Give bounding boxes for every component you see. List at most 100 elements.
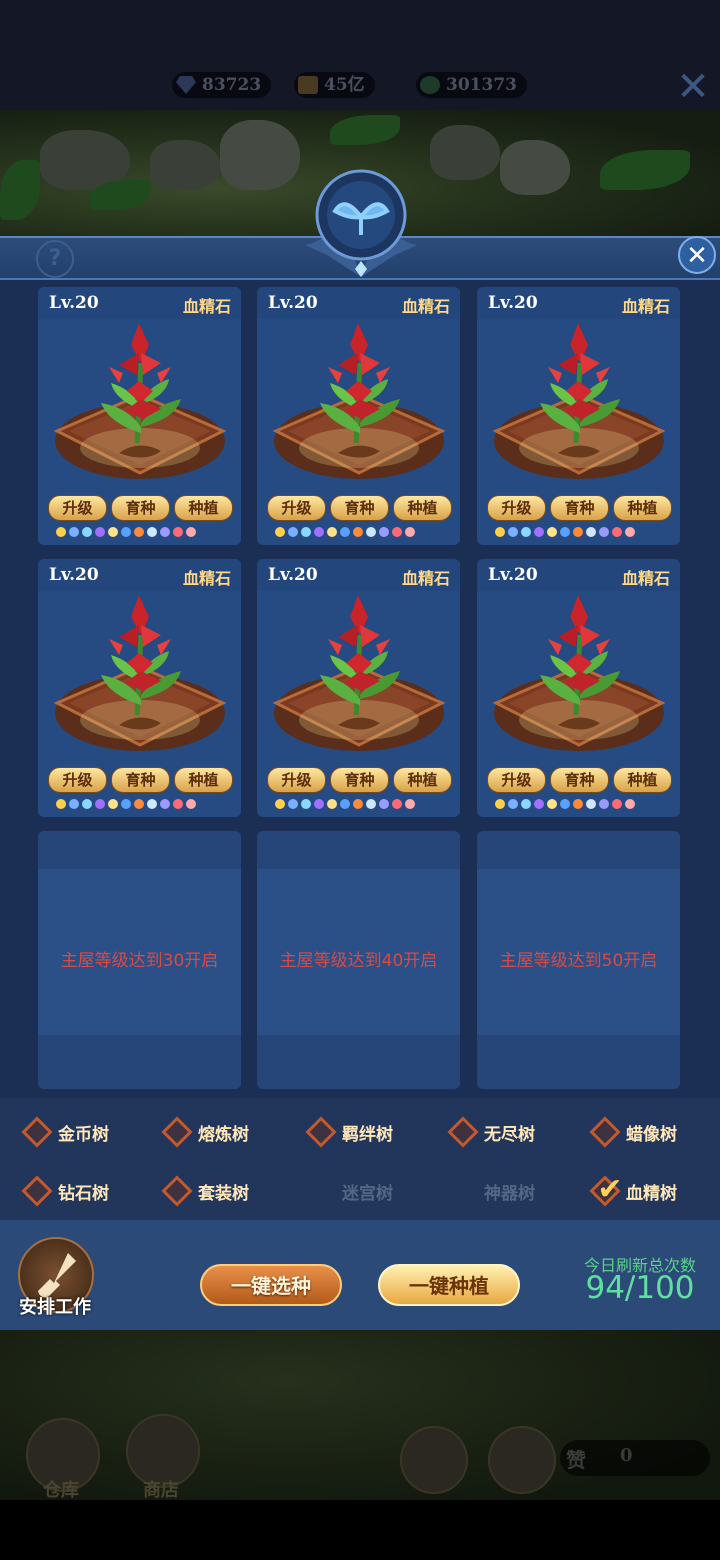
blood-crystal-plant-image xyxy=(488,323,670,483)
help-icon[interactable]: ? xyxy=(36,240,74,278)
breed-button[interactable]: 育种 xyxy=(330,495,389,521)
attribute-icon xyxy=(353,527,363,537)
plant-level: Lv.20 xyxy=(268,565,318,585)
attribute-icon xyxy=(108,799,118,809)
tree-option-label: 套装树 xyxy=(198,1183,249,1204)
attribute-icon xyxy=(160,799,170,809)
tree-option[interactable]: 钻石树 xyxy=(20,1173,109,1209)
plant-name: 血精石 xyxy=(401,297,450,316)
attribute-icon xyxy=(186,799,196,809)
checkbox-icon[interactable] xyxy=(161,1116,193,1148)
attribute-icon xyxy=(314,799,324,809)
close-icon[interactable]: ✕ xyxy=(676,67,710,107)
upgrade-button[interactable]: 升级 xyxy=(48,767,107,793)
attribute-icon xyxy=(69,799,79,809)
unlock-requirement: 主屋等级达到50开启 xyxy=(499,951,658,971)
like-label: 赞 xyxy=(566,1448,586,1472)
blood-crystal-plant-image xyxy=(488,595,670,755)
gem-amount: 83723 xyxy=(202,75,262,95)
like-counter[interactable]: 赞 0 xyxy=(560,1440,710,1476)
plant-card[interactable]: Lv.20 血精石 升级 育种 种植 xyxy=(257,287,460,545)
tree-option[interactable]: 套装树 xyxy=(160,1173,249,1209)
plant-level: Lv.20 xyxy=(268,293,318,313)
plant-button[interactable]: 种植 xyxy=(174,767,233,793)
upgrade-button[interactable]: 升级 xyxy=(48,495,107,521)
plant-button[interactable]: 种植 xyxy=(174,495,233,521)
gem-counter: 83723 xyxy=(172,72,272,98)
tree-option[interactable]: 金币树 xyxy=(20,1114,109,1150)
plant-button[interactable]: 种植 xyxy=(393,767,452,793)
plant-name: 血精石 xyxy=(401,569,450,588)
tree-option[interactable]: 蜡像树 xyxy=(588,1114,677,1150)
auto-plant-button[interactable]: 一键种植 xyxy=(378,1264,520,1306)
checkbox-icon[interactable] xyxy=(447,1116,479,1148)
attribute-icon xyxy=(173,527,183,537)
checkbox-icon[interactable] xyxy=(21,1175,53,1207)
checkbox-icon[interactable] xyxy=(161,1175,193,1207)
plant-card[interactable]: Lv.20 血精石 升级 育种 种植 xyxy=(477,559,680,817)
panel-close-icon[interactable]: ✕ xyxy=(678,236,716,274)
attribute-icon xyxy=(147,527,157,537)
upgrade-button[interactable]: 升级 xyxy=(487,767,546,793)
breed-button[interactable]: 育种 xyxy=(111,767,170,793)
attribute-icons xyxy=(495,797,665,811)
upgrade-button[interactable]: 升级 xyxy=(267,495,326,521)
arrange-work-label[interactable]: 安排工作 xyxy=(8,1293,102,1319)
tree-option[interactable]: 羁绊树 xyxy=(304,1114,393,1150)
breed-button[interactable]: 育种 xyxy=(330,767,389,793)
attribute-icon xyxy=(95,799,105,809)
plant-card[interactable]: Lv.20 血精石 升级 育种 种植 xyxy=(477,287,680,545)
breed-button[interactable]: 育种 xyxy=(111,495,170,521)
card-button-row: 升级 育种 种植 xyxy=(267,495,452,521)
checkmark-icon: ✔ xyxy=(597,1172,623,1208)
attribute-icon xyxy=(560,799,570,809)
plant-button[interactable]: 种植 xyxy=(613,495,672,521)
auto-select-seed-button[interactable]: 一键选种 xyxy=(200,1264,342,1306)
plant-button[interactable]: 种植 xyxy=(393,495,452,521)
plant-name: 血精石 xyxy=(621,297,670,316)
refresh-count-value: 94/100 xyxy=(585,1270,695,1306)
attribute-icon xyxy=(160,527,170,537)
attribute-icon xyxy=(547,799,557,809)
breed-button[interactable]: 育种 xyxy=(550,495,609,521)
upgrade-button[interactable]: 升级 xyxy=(267,767,326,793)
card-button-row: 升级 育种 种植 xyxy=(48,495,233,521)
expand-icon[interactable] xyxy=(400,1426,468,1494)
camera-icon[interactable] xyxy=(488,1426,556,1494)
shop-label[interactable]: 商店 xyxy=(116,1476,206,1502)
warehouse-label[interactable]: 仓库 xyxy=(16,1476,106,1502)
attribute-icon xyxy=(275,527,285,537)
attribute-icon xyxy=(121,799,131,809)
plant-card[interactable]: Lv.20 血精石 升级 育种 种植 xyxy=(257,559,460,817)
plant-button[interactable]: 种植 xyxy=(613,767,672,793)
attribute-icon xyxy=(508,527,518,537)
unlock-requirement: 主屋等级达到30开启 xyxy=(60,951,219,971)
tree-option[interactable]: ✔ 血精树 xyxy=(588,1172,677,1209)
tree-option-label: 羁绊树 xyxy=(342,1124,393,1145)
upgrade-button[interactable]: 升级 xyxy=(487,495,546,521)
attribute-icon xyxy=(534,527,544,537)
plant-card[interactable]: Lv.20 血精石 升级 育种 种植 xyxy=(38,287,241,545)
tree-option[interactable]: 无尽树 xyxy=(446,1114,535,1150)
breed-button[interactable]: 育种 xyxy=(550,767,609,793)
plant-card[interactable]: Lv.20 血精石 升级 育种 种植 xyxy=(38,559,241,817)
plant-level: Lv.20 xyxy=(49,293,99,313)
checkbox-icon[interactable] xyxy=(21,1116,53,1148)
green-counter: 301373 xyxy=(416,72,527,98)
checkbox-icon[interactable] xyxy=(305,1116,337,1148)
checkbox-icon[interactable] xyxy=(589,1116,621,1148)
attribute-icon xyxy=(147,799,157,809)
plant-level: Lv.20 xyxy=(488,565,538,585)
attribute-icon xyxy=(612,799,622,809)
attribute-icon xyxy=(379,799,389,809)
attribute-icon xyxy=(121,527,131,537)
attribute-icon xyxy=(366,799,376,809)
attribute-icon xyxy=(301,799,311,809)
tree-option[interactable]: 熔炼树 xyxy=(160,1114,249,1150)
tree-option-label: 无尽树 xyxy=(484,1124,535,1145)
attribute-icon xyxy=(379,527,389,537)
attribute-icon xyxy=(314,527,324,537)
blood-crystal-plant-image xyxy=(49,595,231,755)
tree-option-label: 金币树 xyxy=(58,1124,109,1145)
checkbox-checked-icon[interactable]: ✔ xyxy=(589,1172,623,1208)
